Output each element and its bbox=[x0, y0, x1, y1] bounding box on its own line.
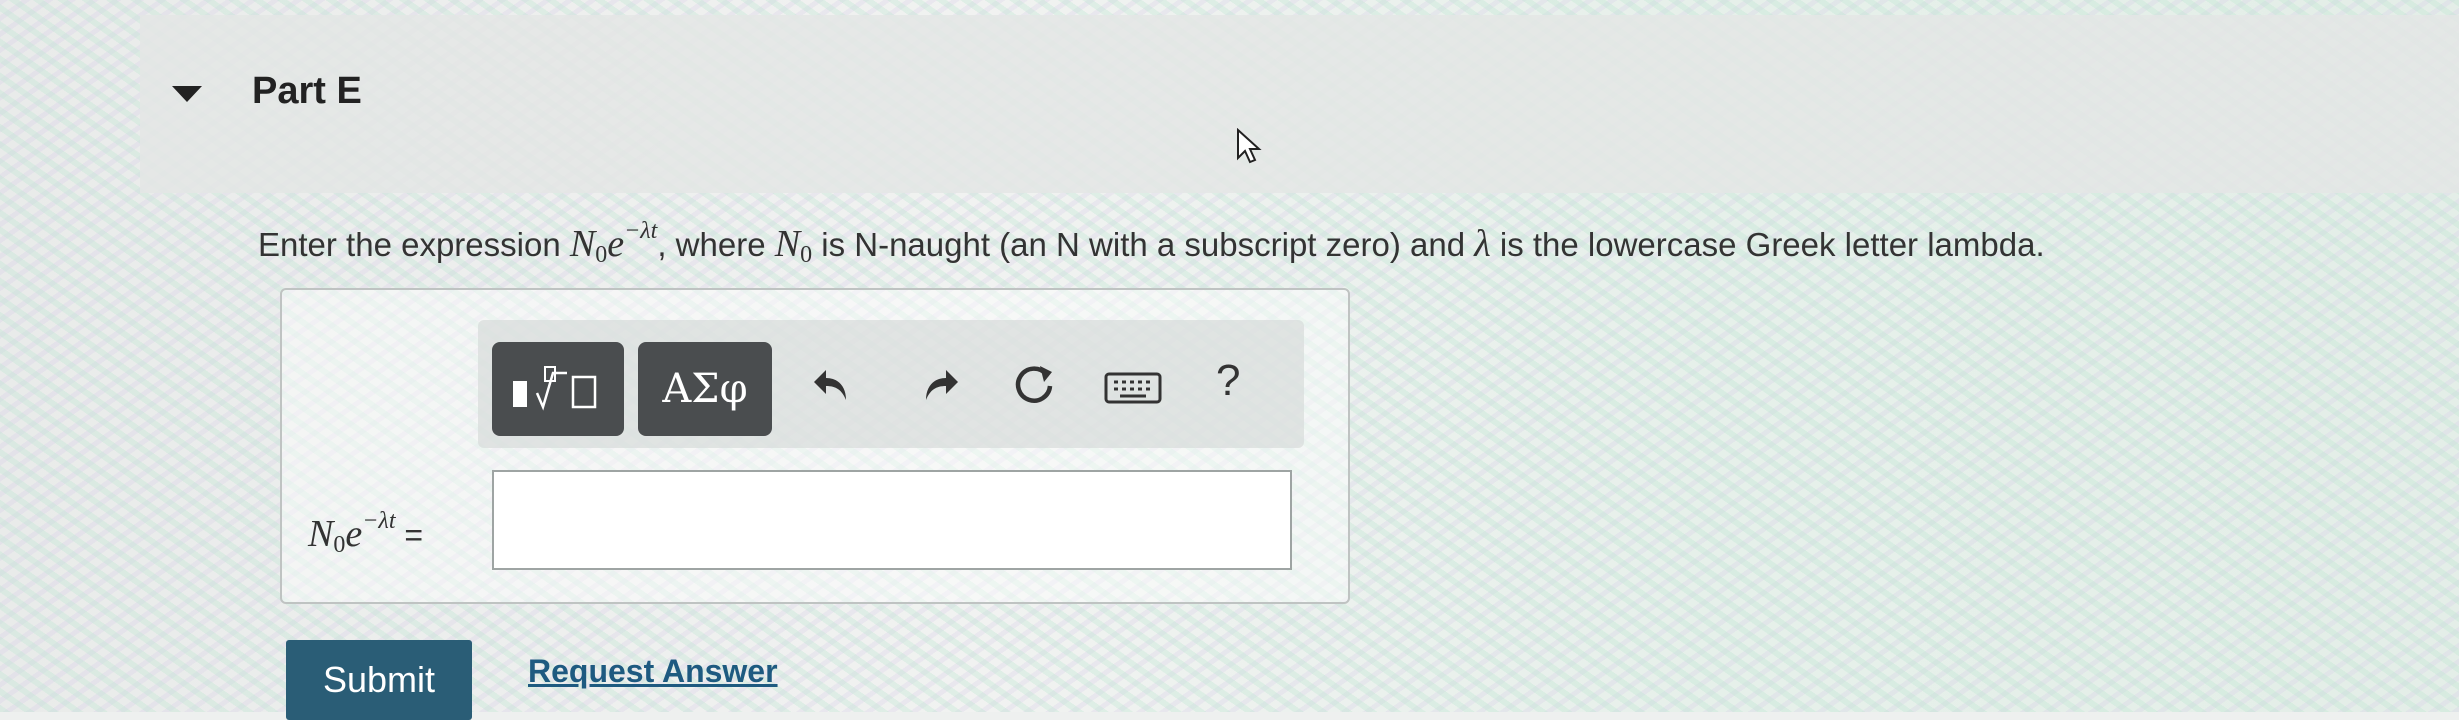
expression-math: N0e−λt bbox=[569, 218, 658, 268]
submit-button[interactable]: Submit bbox=[286, 640, 472, 720]
templates-icon bbox=[513, 366, 597, 411]
part-header[interactable] bbox=[140, 15, 2459, 193]
answer-label: N0e−λt = bbox=[308, 508, 424, 558]
help-button[interactable]: ? bbox=[1216, 356, 1240, 406]
undo-icon[interactable] bbox=[810, 362, 856, 408]
redo-icon[interactable] bbox=[916, 362, 962, 408]
request-answer-link[interactable]: Request Answer bbox=[528, 653, 778, 690]
n-naught-math: N0 bbox=[774, 223, 813, 268]
answer-input[interactable] bbox=[492, 470, 1292, 570]
collapse-caret-icon[interactable] bbox=[172, 86, 202, 102]
greek-symbols-button[interactable]: ΑΣφ bbox=[638, 342, 772, 436]
reset-icon[interactable] bbox=[1012, 362, 1058, 408]
keyboard-icon[interactable] bbox=[1104, 370, 1162, 406]
mouse-cursor-icon bbox=[1237, 128, 1262, 164]
templates-button[interactable] bbox=[492, 342, 624, 436]
part-title: Part E bbox=[252, 70, 362, 112]
instruction-text: Enter the expression N0e−λt, where N0 is… bbox=[258, 218, 2045, 268]
lambda-math: λ bbox=[1474, 223, 1491, 265]
